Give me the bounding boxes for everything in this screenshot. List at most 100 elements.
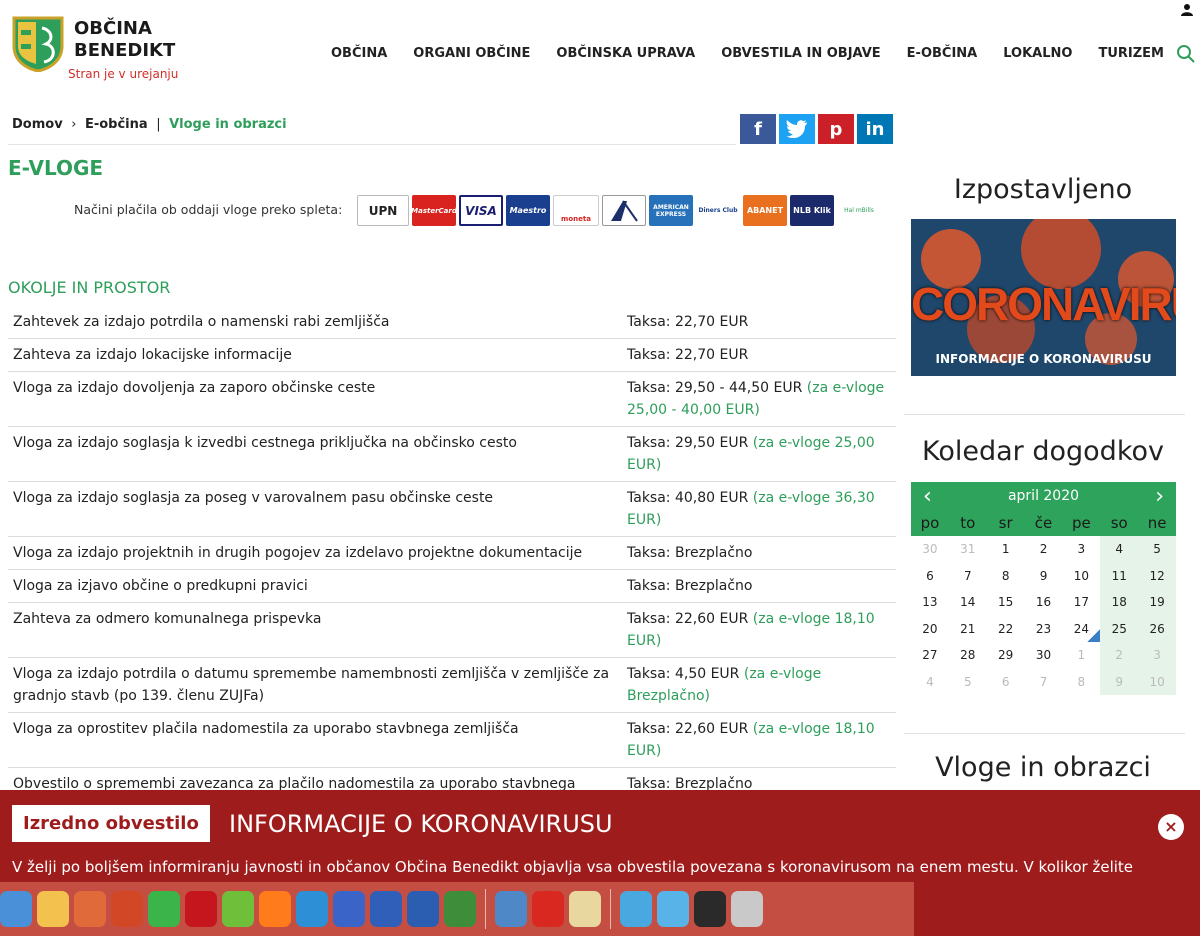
form-name-link[interactable]: Vloga za izdajo dovoljenja za zaporo obč… [8, 371, 622, 427]
calendar-day[interactable]: 10 [1062, 563, 1100, 590]
calendar-day[interactable]: 31 [949, 536, 987, 563]
calendar-day[interactable]: 2 [1100, 642, 1139, 669]
form-name-link[interactable]: Vloga za izdajo potrdila o datumu spreme… [8, 657, 622, 713]
calendar-day[interactable]: 3 [1062, 536, 1100, 563]
finder-icon[interactable] [0, 891, 32, 927]
textedit-icon[interactable] [37, 891, 69, 927]
firefox-icon[interactable] [259, 891, 291, 927]
calendar-next-button[interactable]: › [1155, 484, 1164, 509]
calendar-day[interactable]: 8 [987, 563, 1025, 590]
pdf-icon[interactable] [532, 891, 564, 927]
calendar-day[interactable]: 21 [949, 616, 987, 643]
form-name-link[interactable]: Zahteva za izdajo lokacijske informacije [8, 338, 622, 372]
table-row[interactable]: Vloga za izjavo občine o predkupni pravi… [8, 569, 896, 603]
form-name-link[interactable]: Zahtevek za izdajo potrdila o namenski r… [8, 306, 622, 339]
table-row[interactable]: Vloga za oprostitev plačila nadomestila … [8, 712, 896, 768]
preview-icon[interactable] [495, 891, 527, 927]
site-title[interactable]: OBČINA BENEDIKT [74, 18, 175, 62]
form-name-link[interactable]: Vloga za izjavo občine o predkupni pravi… [8, 569, 622, 603]
calendar-day[interactable]: 7 [949, 563, 987, 590]
calendar-day[interactable]: 15 [987, 589, 1025, 616]
calendar-day[interactable]: 16 [1025, 589, 1063, 616]
calendar-day[interactable]: 5 [1138, 536, 1177, 563]
calendar-day[interactable]: 29 [987, 642, 1025, 669]
calendar-day[interactable]: 24 [1062, 615, 1101, 642]
table-row[interactable]: Vloga za izdajo potrdila o datumu spreme… [8, 657, 896, 713]
screen-share-icon[interactable] [370, 891, 402, 927]
notice-title[interactable]: INFORMACIJE O KORONAVIRUSU [229, 810, 613, 838]
calendar-day[interactable]: 3 [1138, 642, 1177, 669]
movie-icon[interactable] [694, 891, 726, 927]
calendar-day[interactable]: 30 [1025, 642, 1063, 669]
table-row[interactable]: Zahtevek za izdajo potrdila o namenski r… [8, 306, 896, 339]
calendar-day[interactable]: 7 [1025, 669, 1063, 696]
calendar-day[interactable]: 9 [1025, 563, 1063, 590]
linkedin-share-icon[interactable]: in [857, 114, 893, 144]
table-row[interactable]: Zahteva za izdajo lokacijske informacije… [8, 338, 896, 372]
table-row[interactable]: Vloga za izdajo soglasja za poseg v varo… [8, 481, 896, 537]
calendar-day[interactable]: 11 [1100, 562, 1139, 589]
table-row[interactable]: Vloga za izdajo projektnih in drugih pog… [8, 536, 896, 570]
calendar-day[interactable]: 27 [911, 642, 949, 669]
acrobat-icon[interactable] [185, 891, 217, 927]
script-editor-icon[interactable] [569, 891, 601, 927]
form-name-link[interactable]: Vloga za izdajo soglasja k izvedbi cestn… [8, 426, 622, 482]
pinterest-share-icon[interactable]: p [818, 114, 854, 144]
calendar-day[interactable]: 9 [1100, 668, 1139, 695]
nav-item-obcina[interactable]: OBČINA [318, 46, 400, 61]
calendar-day[interactable]: 2 [1025, 536, 1063, 563]
municipality-coat-of-arms-icon[interactable] [12, 16, 64, 72]
calendar-day[interactable]: 13 [911, 589, 949, 616]
calendar-day[interactable]: 22 [987, 616, 1025, 643]
vnc-icon[interactable] [333, 891, 365, 927]
form-name-link[interactable]: Vloga za izdajo soglasja za poseg v varo… [8, 481, 622, 537]
calendar-day[interactable]: 28 [949, 642, 987, 669]
trash-icon[interactable] [731, 891, 763, 927]
user-icon[interactable] [1180, 3, 1194, 17]
nav-item-e-obcina[interactable]: E-OBČINA [894, 46, 991, 61]
powerpoint-icon[interactable] [111, 891, 143, 927]
calendar-day[interactable]: 4 [1100, 536, 1139, 563]
calendar-day[interactable]: 1 [1062, 642, 1100, 669]
keynote-icon[interactable] [444, 891, 476, 927]
calendar-day[interactable]: 20 [911, 616, 949, 643]
remote-desktop-icon[interactable] [74, 891, 106, 927]
table-row[interactable]: Vloga za izdajo soglasja k izvedbi cestn… [8, 426, 896, 482]
form-name-link[interactable]: Vloga za oprostitev plačila nadomestila … [8, 712, 622, 768]
calendar-prev-button[interactable]: ‹ [923, 484, 932, 509]
calendar-day[interactable]: 14 [949, 589, 987, 616]
downloads-folder-icon[interactable] [620, 891, 652, 927]
calendar-day[interactable]: 17 [1062, 589, 1100, 616]
folder-icon[interactable] [657, 891, 689, 927]
form-name-link[interactable]: Zahteva za odmero komunalnega prispevka [8, 602, 622, 658]
calendar-day[interactable]: 26 [1138, 615, 1177, 642]
form-name-link[interactable]: Vloga za izdajo projektnih in drugih pog… [8, 536, 622, 570]
nav-item-turizem[interactable]: TURIZEM [1085, 46, 1177, 61]
twitter-share-icon[interactable] [779, 114, 815, 144]
calendar-day[interactable]: 23 [1025, 616, 1063, 643]
calendar-day[interactable]: 18 [1100, 589, 1139, 616]
calendar-day[interactable]: 8 [1062, 669, 1100, 696]
coronavirus-banner[interactable]: CORONAVIRUS INFORMACIJE O KORONAVIRUSU [911, 219, 1176, 376]
close-icon[interactable]: × [1158, 814, 1184, 840]
calendar-day[interactable]: 5 [949, 669, 987, 696]
calendar-day[interactable]: 4 [911, 669, 949, 696]
facetime-icon[interactable] [148, 891, 180, 927]
calendar-day[interactable]: 6 [911, 563, 949, 590]
calendar-day[interactable]: 12 [1138, 562, 1177, 589]
nav-item-obcinska-uprava[interactable]: OBČINSKA UPRAVA [543, 46, 708, 61]
calendar-day[interactable]: 19 [1138, 589, 1177, 616]
network-icon[interactable] [296, 891, 328, 927]
calendar-day[interactable]: 30 [911, 536, 949, 563]
nav-item-organi-obcine[interactable]: ORGANI OBČINE [400, 46, 543, 61]
calendar-day[interactable]: 1 [987, 536, 1025, 563]
facebook-share-icon[interactable]: f [740, 114, 776, 144]
breadcrumb-home[interactable]: Domov [12, 117, 63, 132]
table-row[interactable]: Vloga za izdajo dovoljenja za zaporo obč… [8, 371, 896, 427]
nav-item-obvestila-in-objave[interactable]: OBVESTILA IN OBJAVE [708, 46, 893, 61]
calculator-plus-icon[interactable] [222, 891, 254, 927]
calendar-day[interactable]: 25 [1100, 615, 1139, 642]
table-row[interactable]: Zahteva za odmero komunalnega prispevka T… [8, 602, 896, 658]
add-screen-icon[interactable] [407, 891, 439, 927]
calendar-day[interactable]: 10 [1138, 668, 1177, 695]
